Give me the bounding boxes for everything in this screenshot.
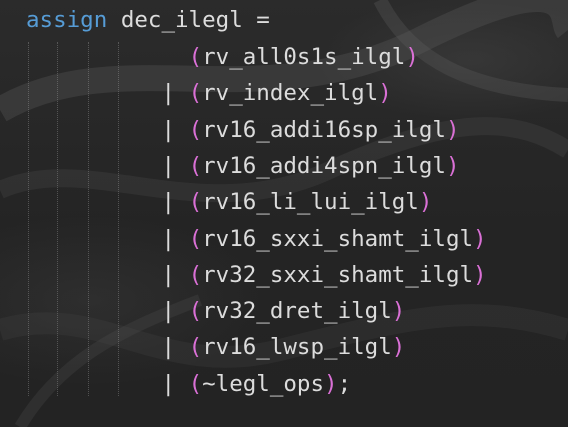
or-operator: | [161,298,176,325]
code-line[interactable]: | (rv16_addi4spn_ilgl) [26,148,460,184]
open-paren: ( [188,152,203,179]
or-operator: | [161,80,176,107]
close-paren: ) [445,116,460,143]
semicolon: ; [337,370,352,397]
close-paren: ) [473,261,487,288]
code-line[interactable]: | (rv32_sxxi_shamt_ilgl) [26,257,487,293]
open-paren: ( [188,189,203,216]
code-line[interactable]: | (rv16_addi16sp_ilgl) [26,112,460,148]
keyword-assign: assign [26,7,108,33]
code-editor[interactable]: assign dec_ilegl = (rv_all0s1s_ilgl) | (… [0,0,568,427]
or-operator: | [161,152,176,179]
open-paren: ( [188,116,203,143]
assign-operator: = [256,7,270,33]
signal-identifier: ~legl_ops [202,370,325,397]
close-paren: ) [418,189,433,216]
open-paren: ( [188,261,203,288]
open-paren: ( [188,370,203,397]
close-paren: ) [324,370,338,397]
signal-identifier: rv16_addi4spn_ilgl [202,152,446,179]
signal-identifier: rv32_dret_ilgl [202,298,392,325]
close-paren: ) [473,225,487,252]
close-paren: ) [445,152,460,179]
signal-identifier: rv16_li_lui_ilgl [202,189,419,216]
open-paren: ( [188,80,203,107]
or-operator: | [161,370,176,397]
code-line[interactable]: | (rv32_dret_ilgl) [26,293,405,329]
signal-name: dec_ilegl [120,7,243,33]
signal-identifier: rv16_sxxi_shamt_ilgl [202,225,474,252]
open-paren: ( [188,298,203,325]
or-operator: | [161,189,176,216]
or-operator: | [161,116,176,143]
or-operator: | [161,334,176,361]
signal-identifier: rv_index_ilgl [202,80,379,107]
signal-identifier: rv_all0s1s_ilgl [202,44,406,70]
code-line-header[interactable]: assign dec_ilegl = [26,2,270,38]
signal-identifier: rv32_sxxi_shamt_ilgl [202,261,474,288]
close-paren: ) [378,80,392,107]
or-operator: | [161,261,176,288]
open-paren: ( [188,44,203,70]
code-line[interactable]: | (rv16_sxxi_shamt_ilgl) [26,221,487,257]
signal-identifier: rv16_addi16sp_ilgl [202,116,446,143]
close-paren: ) [391,298,406,325]
open-paren: ( [188,334,203,361]
or-operator: | [161,225,176,252]
code-line[interactable]: | (rv16_li_lui_ilgl) [26,184,432,220]
code-line[interactable]: | (rv_index_ilgl) [26,75,392,111]
close-paren: ) [391,334,406,361]
close-paren: ) [405,44,419,70]
signal-identifier: rv16_lwsp_ilgl [202,334,392,361]
code-line[interactable]: | (~legl_ops); [26,366,351,402]
code-line[interactable]: (rv_all0s1s_ilgl) [26,39,419,75]
code-line[interactable]: | (rv16_lwsp_ilgl) [26,329,405,365]
open-paren: ( [188,225,203,252]
